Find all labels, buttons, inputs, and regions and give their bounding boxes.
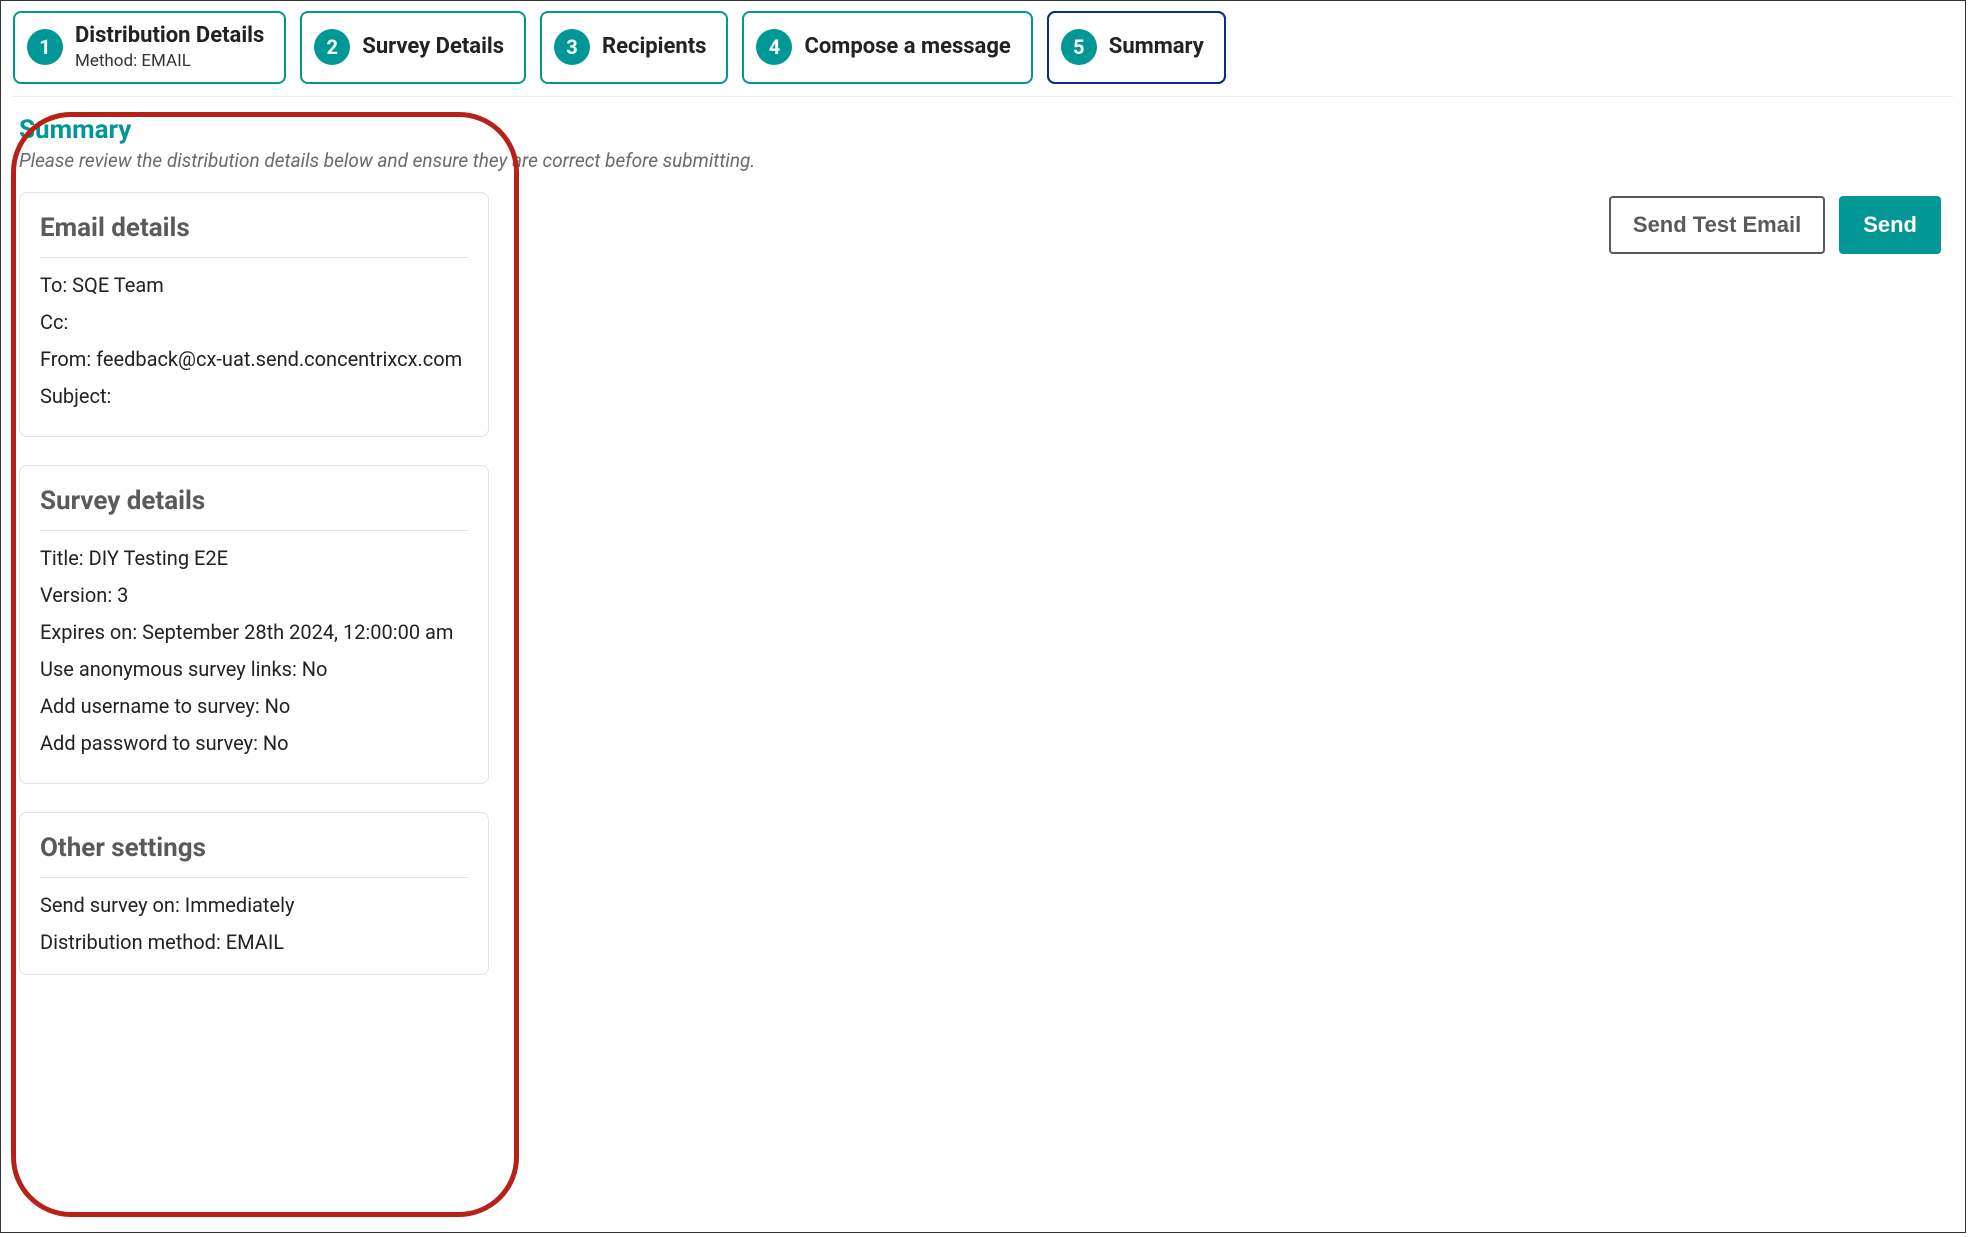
step-title: Survey Details (362, 34, 504, 60)
actions-column: Send Test Email Send (529, 192, 1947, 254)
email-cc: Cc: (40, 309, 468, 336)
wizard-stepper: 1 Distribution Details Method: EMAIL 2 S… (13, 11, 1953, 97)
step-labels: Compose a message (804, 34, 1010, 60)
step-labels: Distribution Details Method: EMAIL (75, 23, 264, 72)
step-title: Compose a message (804, 34, 1010, 60)
action-buttons: Send Test Email Send (1609, 196, 1941, 254)
send-survey-on: Send survey on: Immediately (40, 892, 468, 919)
step-title: Recipients (602, 34, 706, 60)
survey-details-card: Survey details Title: DIY Testing E2E Ve… (19, 465, 489, 784)
step-labels: Recipients (602, 34, 706, 60)
send-test-email-button[interactable]: Send Test Email (1609, 196, 1825, 254)
step-subtitle: Method: EMAIL (75, 51, 264, 71)
survey-add-password: Add password to survey: No (40, 730, 468, 757)
survey-expires: Expires on: September 28th 2024, 12:00:0… (40, 619, 468, 646)
page-title: Summary (19, 115, 1947, 145)
page-content: Summary Please review the distribution d… (13, 97, 1953, 975)
send-button[interactable]: Send (1839, 196, 1941, 254)
layout-row: Email details To: SQE Team Cc: From: fee… (19, 192, 1947, 975)
email-subject: Subject: (40, 383, 468, 410)
survey-title: Title: DIY Testing E2E (40, 545, 468, 572)
survey-anon-links: Use anonymous survey links: No (40, 656, 468, 683)
step-number-badge: 4 (756, 29, 792, 65)
card-divider (40, 877, 468, 878)
step-title: Distribution Details (75, 23, 264, 49)
email-to: To: SQE Team (40, 272, 468, 299)
step-labels: Survey Details (362, 34, 504, 60)
card-title: Survey details (40, 486, 468, 516)
distribution-method: Distribution method: EMAIL (40, 929, 468, 956)
page-subtitle: Please review the distribution details b… (19, 149, 1947, 172)
survey-version: Version: 3 (40, 582, 468, 609)
step-number-badge: 5 (1061, 29, 1097, 65)
step-number-badge: 1 (27, 29, 63, 65)
card-divider (40, 530, 468, 531)
step-labels: Summary (1109, 34, 1204, 60)
app-frame: 1 Distribution Details Method: EMAIL 2 S… (0, 0, 1966, 1233)
step-number-badge: 3 (554, 29, 590, 65)
step-title: Summary (1109, 34, 1204, 60)
survey-add-username: Add username to survey: No (40, 693, 468, 720)
step-summary[interactable]: 5 Summary (1047, 11, 1226, 84)
card-title: Other settings (40, 833, 468, 863)
step-survey-details[interactable]: 2 Survey Details (300, 11, 526, 84)
summary-column: Email details To: SQE Team Cc: From: fee… (19, 192, 489, 975)
step-compose-message[interactable]: 4 Compose a message (742, 11, 1032, 84)
step-distribution-details[interactable]: 1 Distribution Details Method: EMAIL (13, 11, 286, 84)
email-details-card: Email details To: SQE Team Cc: From: fee… (19, 192, 489, 437)
step-recipients[interactable]: 3 Recipients (540, 11, 728, 84)
step-number-badge: 2 (314, 29, 350, 65)
other-settings-card: Other settings Send survey on: Immediate… (19, 812, 489, 975)
card-divider (40, 257, 468, 258)
card-title: Email details (40, 213, 468, 243)
email-from: From: feedback@cx-uat.send.concentrixcx.… (40, 346, 468, 373)
